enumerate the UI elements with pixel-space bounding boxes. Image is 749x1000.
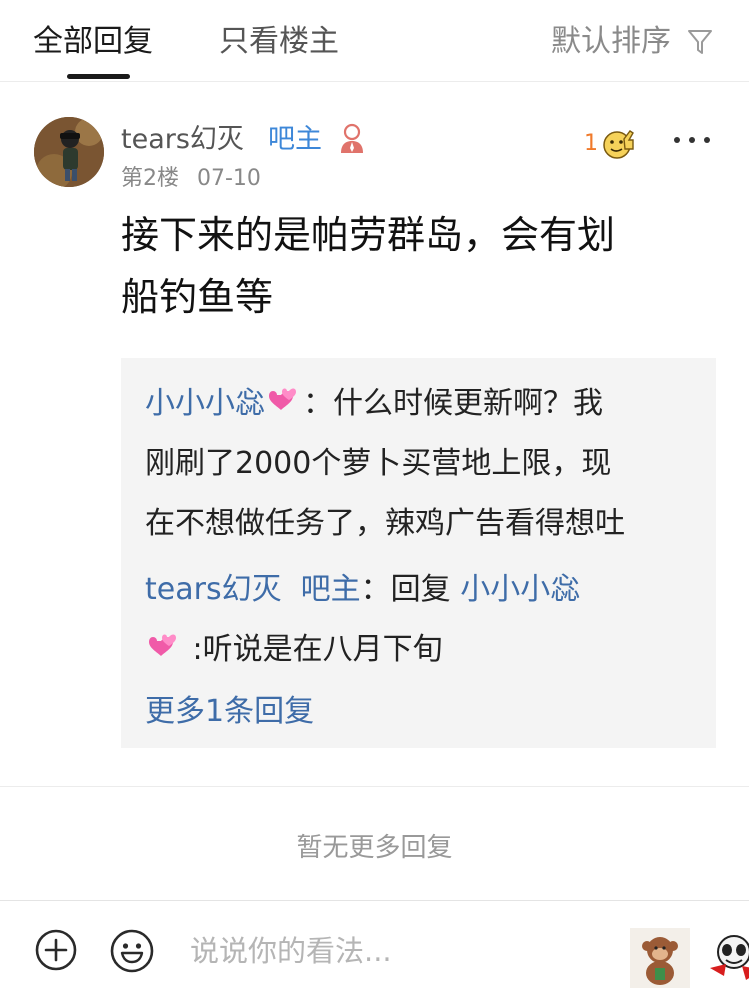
heart-emoji-icon <box>269 388 296 410</box>
emoji-icon[interactable] <box>109 928 155 978</box>
admin-icon <box>337 122 367 160</box>
sub-replies: 小小小惢 ：什么时候更新啊？我 刚刷了2000个萝卜买营地上限，现 在不想做任务… <box>121 358 716 748</box>
sub-reply-1[interactable]: 小小小惢 ：什么时候更新啊？我 <box>145 374 603 434</box>
comment-input[interactable] <box>190 929 610 973</box>
reply-tabs: 全部回复 只看楼主 默认排序 <box>0 0 749 82</box>
heart-emoji-icon <box>149 634 176 656</box>
more-icon[interactable] <box>674 137 710 143</box>
post-text-line: 船钓鱼等 <box>121 275 274 319</box>
more-replies-link[interactable]: 更多1条回复 <box>145 682 314 742</box>
comment-bar <box>0 900 749 1000</box>
filter-icon <box>688 30 712 54</box>
post-text-line: 接下来的是帕劳群岛，会有划 <box>121 213 616 257</box>
reply-separator: ： <box>360 572 391 607</box>
tab-all-replies[interactable]: 全部回复 <box>33 22 153 62</box>
active-tab-indicator <box>67 74 130 79</box>
divider <box>0 786 749 787</box>
thumb-up-sticker-icon[interactable] <box>600 127 636 165</box>
post-content: 接下来的是帕劳群岛，会有划 船钓鱼等 <box>121 204 711 328</box>
sort-label: 默认排序 <box>551 24 671 59</box>
avatar[interactable] <box>34 117 104 187</box>
reply-text: :听说是在八月下旬 <box>192 632 443 667</box>
panda-sticker-icon[interactable] <box>706 928 749 988</box>
post-date: 07-10 <box>197 166 261 191</box>
no-more-replies: 暂无更多回复 <box>296 833 453 863</box>
tab-only-op[interactable]: 只看楼主 <box>219 22 339 62</box>
reply-separator: ： <box>303 386 333 421</box>
like-count[interactable]: 1 <box>584 129 598 159</box>
reply-text: 在不想做任务了，辣鸡广告看得想吐 <box>145 506 625 541</box>
reply-author[interactable]: 小小小惢 <box>145 386 265 421</box>
floor-number: 第2楼 <box>121 166 179 191</box>
floor-meta: 第2楼 07-10 <box>121 164 261 194</box>
admin-badge: 吧主 <box>268 124 322 155</box>
sub-reply-2[interactable]: tears幻灭 吧主：回复 小小小惢 <box>145 560 580 620</box>
post-username[interactable]: tears幻灭 <box>121 122 244 158</box>
monkey-sticker-icon[interactable] <box>630 928 690 988</box>
reply-verb: 回复 <box>390 572 451 607</box>
reply-text: 什么时候更新啊？我 <box>333 386 603 421</box>
reply-author[interactable]: tears幻灭 <box>145 572 282 607</box>
sort-button[interactable]: 默认排序 <box>551 22 713 62</box>
reply-text: 刚刷了2000个萝卜买营地上限，现 <box>145 446 612 481</box>
reply-text-line: :听说是在八月下旬 <box>145 620 443 680</box>
add-icon[interactable] <box>34 928 78 976</box>
reply-target[interactable]: 小小小惢 <box>460 572 580 607</box>
reply-author-badge: 吧主 <box>300 572 361 607</box>
